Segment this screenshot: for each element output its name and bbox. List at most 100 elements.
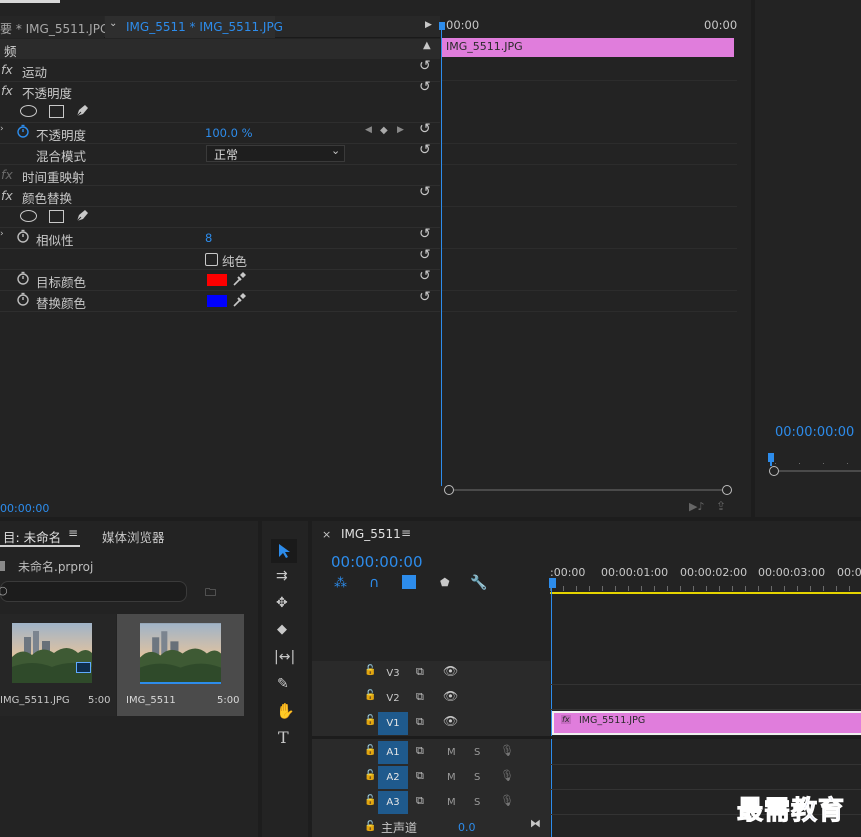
- replace-color-swatch[interactable]: [207, 295, 227, 307]
- effect-controls-timecode[interactable]: 00:00:00: [0, 502, 49, 515]
- mini-clip-bar[interactable]: IMG_5511.JPG: [442, 38, 734, 57]
- toggle-sync-icon[interactable]: ⧉: [416, 690, 424, 704]
- eye-icon[interactable]: 👁: [443, 664, 458, 678]
- stopwatch-icon[interactable]: [16, 124, 30, 138]
- mute-button[interactable]: M: [447, 747, 456, 758]
- timeline-playhead-marker[interactable]: [549, 578, 556, 588]
- tab-media-browser[interactable]: 媒体浏览器: [102, 527, 165, 546]
- microphone-icon[interactable]: 🎙: [500, 744, 514, 757]
- lock-icon[interactable]: 🔓: [364, 665, 376, 676]
- sequence-tab[interactable]: IMG_5511: [341, 527, 401, 541]
- ellipse-mask-icon[interactable]: [20, 210, 37, 222]
- fx-badge-icon[interactable]: fx: [1, 188, 13, 203]
- master-volume-value[interactable]: 0.0: [458, 821, 476, 834]
- microphone-icon[interactable]: 🎙: [500, 769, 514, 782]
- pen-mask-icon[interactable]: [74, 208, 90, 224]
- ellipse-mask-icon[interactable]: [20, 105, 37, 117]
- type-tool-icon[interactable]: T: [278, 728, 289, 747]
- play-audio-icon[interactable]: ▶♪: [689, 500, 704, 513]
- pen-mask-icon[interactable]: [74, 103, 90, 119]
- prev-keyframe-icon[interactable]: ◀: [365, 125, 372, 135]
- target-color-swatch[interactable]: [207, 274, 227, 286]
- find-in-bin-icon[interactable]: 🗀: [205, 584, 216, 603]
- solo-button[interactable]: S: [474, 747, 480, 758]
- solo-button[interactable]: S: [474, 797, 480, 808]
- reset-icon[interactable]: ↺: [419, 226, 431, 242]
- project-item-thumbnail[interactable]: IMG_5511.JPG 5:00: [0, 614, 116, 716]
- solid-color-checkbox[interactable]: [205, 253, 218, 266]
- fx-badge-icon[interactable]: fx: [1, 62, 13, 77]
- rectangle-mask-icon[interactable]: [49, 105, 64, 118]
- tab-project[interactable]: 目: 未命名 ≡: [0, 521, 90, 548]
- snap-magnet-icon[interactable]: ∩: [369, 575, 379, 591]
- tab-master-clip[interactable]: 要 * IMG_5511.JPG: [0, 16, 109, 38]
- add-keyframe-icon[interactable]: ◆: [380, 125, 388, 136]
- reset-icon[interactable]: ↺: [419, 121, 431, 137]
- program-playhead-marker[interactable]: [768, 453, 774, 462]
- linked-selection-icon[interactable]: [402, 575, 416, 589]
- next-keyframe-icon[interactable]: ▶: [397, 125, 404, 135]
- track-a2-label[interactable]: A2: [378, 766, 408, 789]
- work-area-bar[interactable]: [550, 592, 861, 594]
- effect-row-time-remap[interactable]: 时间重映射: [22, 167, 85, 186]
- program-timecode[interactable]: 00:00:00:00: [775, 425, 854, 440]
- eye-icon[interactable]: 👁: [443, 714, 458, 728]
- blend-mode-select[interactable]: 正常 ⌄: [206, 144, 345, 162]
- lock-icon[interactable]: 🔓: [364, 690, 376, 701]
- reset-icon[interactable]: ↺: [419, 184, 431, 200]
- timeline-ruler[interactable]: :00:00 00:00:01:00 00:00:02:00 00:00:03:…: [550, 561, 861, 594]
- wrench-settings-icon[interactable]: 🔧: [470, 575, 487, 591]
- pen-tool-icon[interactable]: ✎: [277, 676, 289, 692]
- track-a3-label[interactable]: A3: [378, 791, 408, 814]
- ripple-edit-tool-icon[interactable]: ✥: [276, 595, 288, 611]
- reset-icon[interactable]: ↺: [419, 268, 431, 284]
- eyedropper-icon[interactable]: [231, 292, 247, 308]
- toggle-sync-icon[interactable]: ⧉: [416, 665, 424, 679]
- reset-icon[interactable]: ↺: [419, 289, 431, 305]
- reset-icon[interactable]: ↺: [419, 247, 431, 263]
- stopwatch-icon[interactable]: [16, 229, 30, 243]
- similarity-value[interactable]: 8: [205, 231, 212, 245]
- eye-icon[interactable]: 👁: [443, 689, 458, 703]
- slip-tool-icon[interactable]: |↔|: [274, 649, 295, 665]
- track-a1-label[interactable]: A1: [378, 741, 408, 764]
- collapse-up-icon[interactable]: ▲: [423, 40, 431, 51]
- close-tab-icon[interactable]: ×: [322, 528, 331, 541]
- track-v2-label[interactable]: V2: [378, 687, 408, 710]
- toggle-sync-icon[interactable]: ⧉: [416, 744, 424, 758]
- panel-menu-icon[interactable]: ≡: [68, 526, 78, 540]
- go-to-end-icon[interactable]: ⧓: [530, 817, 541, 830]
- reset-icon[interactable]: ↺: [419, 58, 431, 74]
- eyedropper-icon[interactable]: [231, 271, 247, 287]
- reset-icon[interactable]: ↺: [419, 142, 431, 158]
- lock-icon[interactable]: 🔓: [364, 745, 376, 756]
- play-small-icon[interactable]: ▶: [425, 20, 432, 30]
- lock-icon[interactable]: 🔓: [364, 795, 376, 806]
- fx-badge-icon[interactable]: fx: [1, 83, 13, 98]
- lock-icon[interactable]: 🔓: [364, 821, 376, 832]
- hand-tool-icon[interactable]: ✋: [276, 702, 295, 720]
- opacity-value[interactable]: 100.0 %: [205, 126, 253, 140]
- mute-button[interactable]: M: [447, 797, 456, 808]
- mini-playhead[interactable]: [441, 22, 442, 486]
- lock-icon[interactable]: 🔓: [364, 715, 376, 726]
- effect-row-color-replace[interactable]: 颜色替换: [22, 188, 72, 207]
- razor-tool-icon[interactable]: ◆: [277, 622, 287, 637]
- track-select-tool-icon[interactable]: ⇉: [276, 568, 288, 584]
- track-v1-label[interactable]: V1: [378, 712, 408, 735]
- effect-mini-timeline[interactable]: 00:00 00:00 IMG_5511.JPG: [439, 16, 737, 501]
- panel-menu-icon[interactable]: ≡: [401, 526, 411, 540]
- stopwatch-icon[interactable]: [16, 292, 30, 306]
- project-search-input[interactable]: ○: [0, 581, 187, 602]
- toggle-sync-icon[interactable]: ⧉: [416, 794, 424, 808]
- expand-arrow-icon[interactable]: ›: [0, 124, 4, 134]
- mini-timeline-scrollbar[interactable]: [444, 485, 732, 495]
- lock-icon[interactable]: 🔓: [364, 770, 376, 781]
- timeline-clip[interactable]: fx IMG_5511.JPG: [552, 711, 861, 735]
- mute-button[interactable]: M: [447, 772, 456, 783]
- reset-icon[interactable]: ↺: [419, 79, 431, 95]
- stopwatch-icon[interactable]: [16, 271, 30, 285]
- add-marker-icon[interactable]: ⬟: [440, 576, 450, 589]
- toggle-sync-icon[interactable]: ⧉: [416, 769, 424, 783]
- expand-arrow-icon[interactable]: ›: [0, 229, 4, 239]
